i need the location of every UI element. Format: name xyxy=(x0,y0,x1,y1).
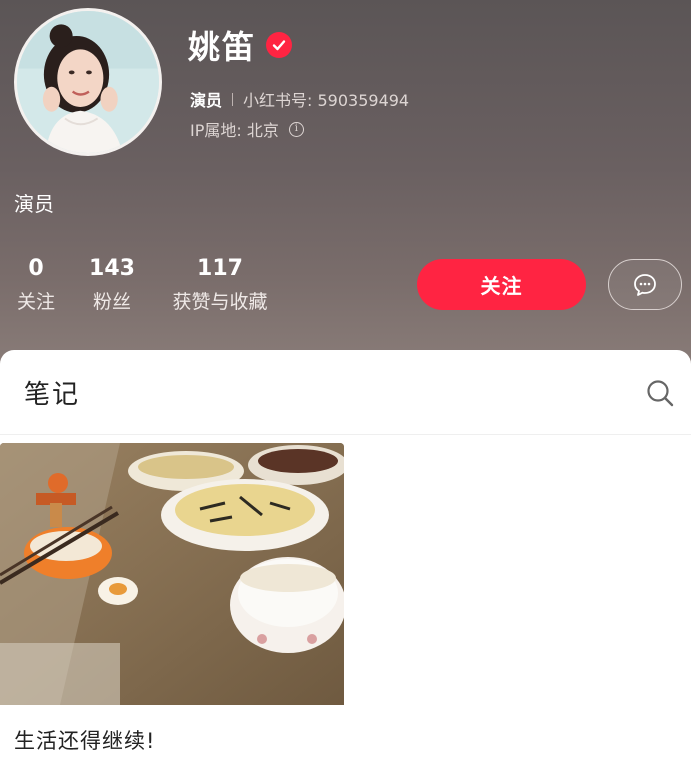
ip-row: IP属地: 北京 i xyxy=(190,117,304,141)
verified-badge-icon xyxy=(266,32,293,58)
stat-followers[interactable]: 143 粉丝 xyxy=(88,256,136,314)
stat-label: 关注 xyxy=(16,291,55,313)
tab-notes[interactable]: 笔记 xyxy=(24,374,80,411)
divider xyxy=(232,92,234,106)
profile-header: 姚笛 演员 小红书号: 590359494 IP属地: 北京 i 演员 0 关注… xyxy=(0,0,691,372)
note-card[interactable]: 生活还得继续! xyxy=(0,443,344,767)
chat-bubble-icon xyxy=(634,273,656,296)
follow-button[interactable]: 关注 xyxy=(417,259,586,310)
avatar[interactable] xyxy=(14,8,162,156)
note-cover-image[interactable] xyxy=(0,443,344,705)
stat-value: 143 xyxy=(89,256,135,281)
stat-value: 0 xyxy=(28,256,44,281)
meta-row: 演员 小红书号: 590359494 xyxy=(190,87,409,111)
profile-bio: 演员 xyxy=(14,192,54,216)
note-title: 生活还得继续! xyxy=(14,729,156,753)
ip-location: IP属地: 北京 xyxy=(190,121,279,140)
stat-label: 粉丝 xyxy=(92,291,131,313)
info-icon[interactable]: i xyxy=(288,121,304,137)
profile-id: 小红书号: 590359494 xyxy=(243,91,410,110)
stat-label: 获赞与收藏 xyxy=(172,291,268,313)
search-icon[interactable] xyxy=(645,378,675,408)
profile-name: 姚笛 xyxy=(188,28,257,66)
stat-following[interactable]: 0 关注 xyxy=(14,256,58,314)
divider xyxy=(0,434,691,435)
stat-likes-collections[interactable]: 117 获赞与收藏 xyxy=(164,256,276,314)
notes-panel: 笔记 生活还得继续! xyxy=(0,350,691,767)
message-button[interactable] xyxy=(608,259,682,310)
stat-value: 117 xyxy=(197,256,243,281)
name-row: 姚笛 xyxy=(188,22,293,68)
profile-role: 演员 xyxy=(190,91,223,110)
